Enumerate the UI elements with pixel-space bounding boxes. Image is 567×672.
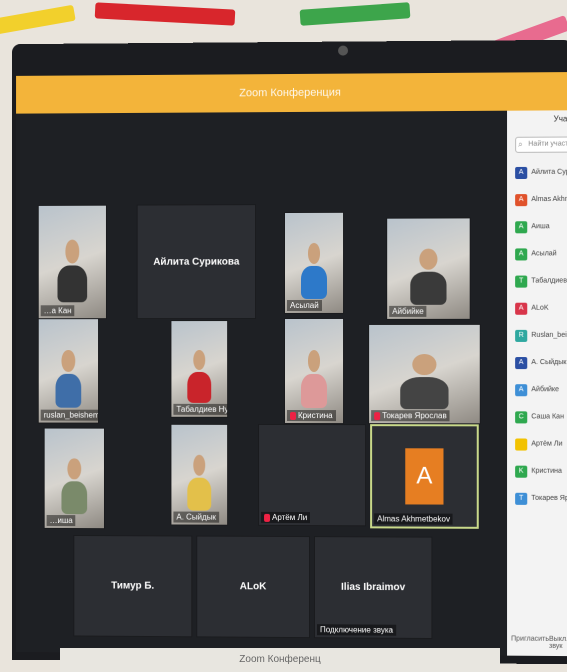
zoom-window: Zoom Конференция …а Кан Айлита Сурикова … — [16, 72, 567, 656]
participant-avatar: C — [515, 411, 527, 423]
video-tile[interactable]: А. Сыйдык — [170, 424, 228, 526]
participant-list-item[interactable]: R Ruslan_beishemb — [507, 322, 567, 349]
video-tile[interactable]: Айбийке — [386, 217, 471, 320]
participants-panel-title: Уча — [507, 110, 567, 128]
mic-muted-icon — [374, 412, 380, 420]
participant-name: Артём Ли — [531, 441, 562, 448]
participant-list-item[interactable]: T Табалдиев Нурла — [507, 267, 567, 294]
red-pencil — [95, 2, 236, 25]
video-tile-active-speaker[interactable]: A Almas Akhmetbekov — [370, 424, 479, 529]
participant-search-input[interactable]: Найти участник — [515, 136, 567, 153]
participant-name: Айбийке — [531, 386, 559, 393]
participant-list-item[interactable]: A Almas Akhmet — [507, 186, 567, 213]
participant-name: Ruslan_beishemb — [531, 332, 567, 339]
participant-list-item[interactable]: A Асылай — [507, 240, 567, 267]
video-tile[interactable]: Тимур Б. — [73, 535, 192, 637]
video-tile[interactable]: Артём Ли — [258, 424, 366, 526]
video-tile[interactable]: Табалдиев Нурлан — [170, 320, 228, 418]
invite-button[interactable]: Пригласить — [511, 636, 549, 650]
participant-list-item[interactable]: A Аиша — [507, 213, 567, 240]
participant-avatar: T — [515, 275, 527, 287]
participant-avatar: R — [515, 329, 527, 341]
participant-name: Almas Akhmet — [531, 196, 567, 203]
participant-avatar: A — [515, 194, 527, 206]
mic-muted-icon — [290, 412, 296, 420]
participant-list-item[interactable]: C Саша Кан — [507, 403, 567, 430]
mic-muted-icon — [264, 514, 270, 522]
taskbar-zoom-window[interactable]: Zoom Конференц — [60, 648, 500, 672]
video-tile[interactable]: Ilias Ibraimov Подключение звука — [314, 536, 432, 639]
participants-footer: Пригласить Выкл. звук — [507, 636, 567, 651]
participant-avatar: T — [515, 492, 527, 504]
participant-list-item[interactable]: A ALoK — [507, 295, 567, 322]
video-tile[interactable]: Айлита Сурикова — [137, 204, 256, 319]
participant-avatar — [515, 438, 527, 450]
participant-avatar: A — [515, 357, 527, 369]
participant-avatar: A — [405, 448, 443, 504]
participant-name: Аиша — [531, 223, 549, 230]
participant-list-item[interactable]: K Кристина — [507, 458, 567, 485]
participant-avatar: A — [515, 221, 527, 233]
video-grid: …а Кан Айлита Сурикова Асылай Айбийке ru… — [16, 111, 507, 656]
participant-avatar: K — [515, 465, 527, 477]
participant-avatar: A — [515, 302, 527, 314]
participant-name: Асылай — [531, 250, 556, 257]
participant-list-item[interactable]: A А. Сыйдык — [507, 349, 567, 376]
window-title: Zoom Конференция — [239, 87, 341, 100]
video-tile[interactable]: Токарев Ярослав — [368, 324, 481, 424]
yellow-pencil — [0, 5, 76, 36]
video-tile[interactable]: …а Кан — [38, 205, 107, 320]
participant-list-item[interactable]: A Айбийке — [507, 376, 567, 403]
participant-name: Кристина — [531, 468, 562, 475]
participant-list-item[interactable]: Артём Ли — [507, 430, 567, 457]
participant-list-item[interactable]: T Токарев Яросла — [507, 485, 567, 512]
video-tile[interactable]: ruslan_beishembiev — [38, 318, 99, 423]
video-tile[interactable]: …иша — [44, 428, 105, 530]
participant-avatar: A — [515, 166, 527, 178]
participant-name: Токарев Яросла — [531, 495, 567, 502]
laptop: Zoom Конференция …а Кан Айлита Сурикова … — [12, 40, 567, 664]
participant-name: Табалдиев Нурла — [531, 277, 567, 284]
participant-avatar: A — [515, 384, 527, 396]
participant-name: Саша Кан — [531, 413, 564, 420]
mute-all-button[interactable]: Выкл. звук — [549, 636, 567, 650]
green-pencil — [300, 2, 411, 26]
participants-panel: Уча Найти участник A Айлита Сури A Almas Ak… — [507, 110, 567, 656]
participant-name: ALoK — [531, 305, 548, 312]
video-tile[interactable]: Кристина — [284, 318, 344, 424]
participant-name: А. Сыйдык — [531, 359, 566, 366]
webcam — [338, 46, 348, 56]
participant-list-item[interactable]: A Айлита Сури — [507, 159, 567, 186]
participant-avatar: A — [515, 248, 527, 260]
window-titlebar: Zoom Конференция — [16, 72, 567, 114]
video-tile[interactable]: ALoK — [196, 536, 310, 639]
participant-name: Айлита Сури — [531, 169, 567, 176]
video-tile[interactable]: Асылай — [284, 212, 344, 314]
participant-list: A Айлита Сури A Almas Akhmet A Аиша A Асылай T Та… — [507, 159, 567, 512]
